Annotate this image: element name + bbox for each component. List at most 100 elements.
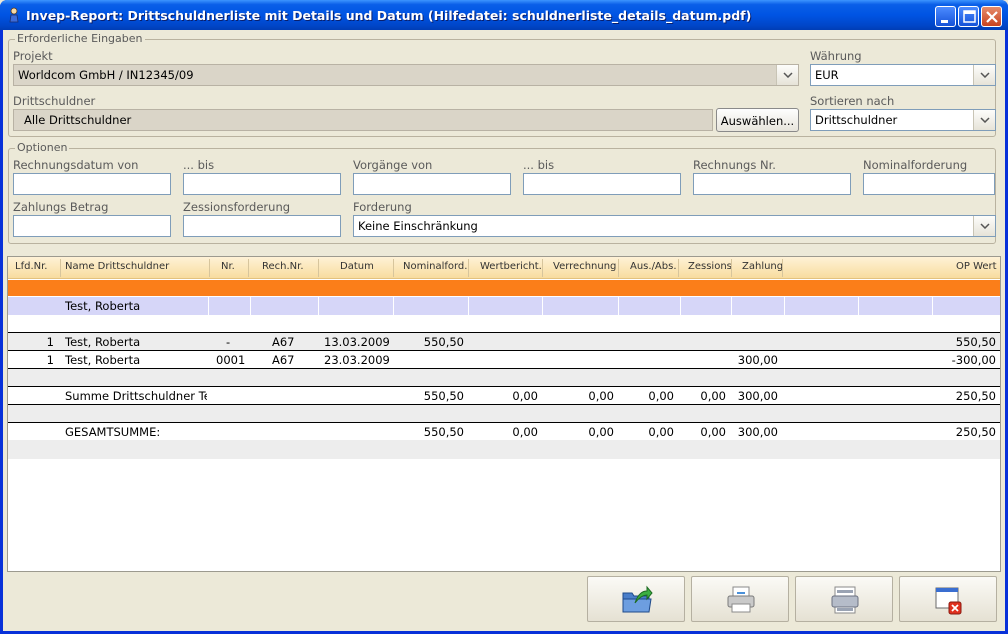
gesamt-nominal: 550,50 — [423, 425, 464, 439]
col-op-wert[interactable]: OP Wert — [956, 261, 997, 272]
zahlungs-betrag-input[interactable] — [13, 215, 171, 237]
gesamt-zahlung: 300,00 — [737, 425, 778, 439]
chevron-down-icon — [980, 117, 990, 123]
waehrung-dropdown-button[interactable] — [973, 65, 995, 85]
cell-lfd: 1 — [46, 335, 54, 349]
orange-band — [8, 280, 1000, 296]
close-icon — [986, 11, 998, 23]
projekt-select[interactable]: Worldcom GmbH / IN12345/09 — [13, 64, 799, 86]
print-button[interactable] — [691, 576, 789, 622]
required-legend: Erforderliche Eingaben — [15, 32, 145, 45]
app-icon — [9, 7, 19, 23]
table-row[interactable]: 1 Test, Roberta 0001 A67 23.03.2009 300,… — [8, 351, 1000, 369]
summe-wert: 0,00 — [512, 389, 538, 403]
cell-datum: 13.03.2009 — [324, 335, 390, 349]
gesamt-label: GESAMTSUMME: — [65, 425, 161, 439]
close-button[interactable] — [981, 6, 1002, 27]
spacer-row — [8, 369, 1000, 387]
rechnungsdatum-bis-input[interactable] — [183, 173, 341, 195]
col-zessions[interactable]: Zessions — [688, 261, 732, 272]
waehrung-select[interactable]: EUR — [810, 64, 996, 86]
forderung-dropdown-button[interactable] — [973, 216, 995, 236]
chevron-down-icon — [980, 223, 990, 229]
maximize-icon — [963, 10, 976, 23]
total-row[interactable]: GESAMTSUMME: 550,50 0,00 0,00 0,00 0,00 … — [8, 423, 1000, 441]
forderung-value: Keine Einschränkung — [358, 219, 478, 233]
cell-rech: A67 — [272, 335, 295, 349]
summe-nominal: 550,50 — [423, 389, 464, 403]
gesamt-wert: 0,00 — [512, 425, 538, 439]
rechnungsdatum-bis-label: ... bis — [183, 158, 215, 172]
rechnungsdatum-von-input[interactable] — [13, 173, 171, 195]
sort-dropdown-button[interactable] — [973, 110, 995, 130]
options-legend: Optionen — [15, 141, 70, 154]
report-table[interactable]: Lfd.Nr. Name Drittschuldner Nr. Rech.Nr.… — [7, 256, 1001, 572]
vorgaenge-bis-input[interactable] — [523, 173, 681, 195]
vorgaenge-bis-label: ... bis — [523, 158, 555, 172]
gesamt-aus: 0,00 — [648, 425, 674, 439]
folder-export-icon — [622, 585, 653, 613]
col-aus-abs[interactable]: Aus./Abs. — [630, 261, 677, 272]
col-zahlung[interactable]: Zahlung — [742, 261, 783, 272]
title-bar[interactable]: Invep-Report: Drittschuldnerliste mit De… — [0, 0, 1008, 30]
summe-zahlung: 300,00 — [737, 389, 778, 403]
rechnungs-nr-label: Rechnungs Nr. — [693, 158, 776, 172]
client-area: Erforderliche Eingaben Projekt Worldcom … — [3, 30, 1005, 631]
drittschuldner-field: Alle Drittschuldner — [13, 109, 713, 131]
cell-nominal: 550,50 — [423, 335, 464, 349]
cell-nr: 0001 — [216, 353, 246, 367]
chevron-down-icon — [980, 72, 990, 78]
table-row[interactable]: 1 Test, Roberta - A67 13.03.2009 550,50 … — [8, 333, 1000, 351]
sort-value: Drittschuldner — [815, 113, 898, 127]
cell-name: Test, Roberta — [65, 335, 141, 349]
col-datum[interactable]: Datum — [340, 261, 374, 272]
cell-op: -300,00 — [951, 353, 996, 367]
drittschuldner-label: Drittschuldner — [13, 94, 96, 108]
summary-row[interactable]: Summe Drittschuldner Test, Roberta 550,5… — [8, 387, 1000, 405]
waehrung-label: Währung — [810, 49, 862, 63]
cell-nr: - — [226, 335, 231, 349]
vorgaenge-von-input[interactable] — [353, 173, 511, 195]
spacer-row — [8, 441, 1000, 459]
zessionsforderung-input[interactable] — [183, 215, 341, 237]
export-button[interactable] — [587, 576, 685, 622]
sort-select[interactable]: Drittschuldner — [810, 109, 996, 131]
vorgaenge-von-label: Vorgänge von — [353, 158, 433, 172]
table-header: Lfd.Nr. Name Drittschuldner Nr. Rech.Nr.… — [8, 257, 1000, 279]
rechnungs-nr-input[interactable] — [693, 173, 851, 195]
cell-lfd: 1 — [46, 353, 54, 367]
printer-icon — [727, 586, 755, 613]
projekt-label: Projekt — [13, 49, 53, 63]
cell-rech: A67 — [272, 353, 295, 367]
nominalforderung-input[interactable] — [863, 173, 995, 195]
close-report-button[interactable] — [899, 576, 997, 622]
report-window: Invep-Report: Drittschuldnerliste mit De… — [0, 0, 1008, 634]
group-name: Test, Roberta — [65, 299, 141, 313]
cell-op: 550,50 — [955, 335, 996, 349]
col-lfd-nr[interactable]: Lfd.Nr. — [15, 261, 47, 272]
waehrung-value: EUR — [815, 68, 839, 82]
col-verrechnung[interactable]: Verrechnung — [553, 261, 616, 272]
col-nr[interactable]: Nr. — [221, 261, 235, 272]
col-name[interactable]: Name Drittschuldner — [65, 261, 169, 272]
minimize-icon — [941, 20, 948, 23]
summe-op: 250,50 — [955, 389, 996, 403]
close-window-icon — [935, 587, 962, 615]
col-wertbericht[interactable]: Wertbericht. — [480, 261, 542, 272]
nominalforderung-label: Nominalforderung — [863, 158, 968, 172]
cell-zahlung: 300,00 — [737, 353, 778, 367]
auswaehlen-button[interactable]: Auswählen... — [716, 108, 799, 132]
forderung-select[interactable]: Keine Einschränkung — [353, 215, 996, 237]
projekt-dropdown-button[interactable] — [776, 65, 798, 85]
drittschuldner-value: Alle Drittschuldner — [24, 113, 132, 127]
projekt-value: Worldcom GmbH / IN12345/09 — [18, 68, 194, 82]
forderung-label: Forderung — [353, 200, 412, 214]
maximize-button[interactable] — [958, 6, 979, 27]
minimize-button[interactable] — [935, 6, 956, 27]
col-rech-nr[interactable]: Rech.Nr. — [262, 261, 304, 272]
cell-datum: 23.03.2009 — [324, 353, 390, 367]
group-row[interactable]: Test, Roberta — [8, 297, 1000, 315]
print-preview-button[interactable] — [795, 576, 893, 622]
col-nominalford[interactable]: Nominalford. — [403, 261, 467, 272]
sort-label: Sortieren nach — [810, 94, 895, 108]
